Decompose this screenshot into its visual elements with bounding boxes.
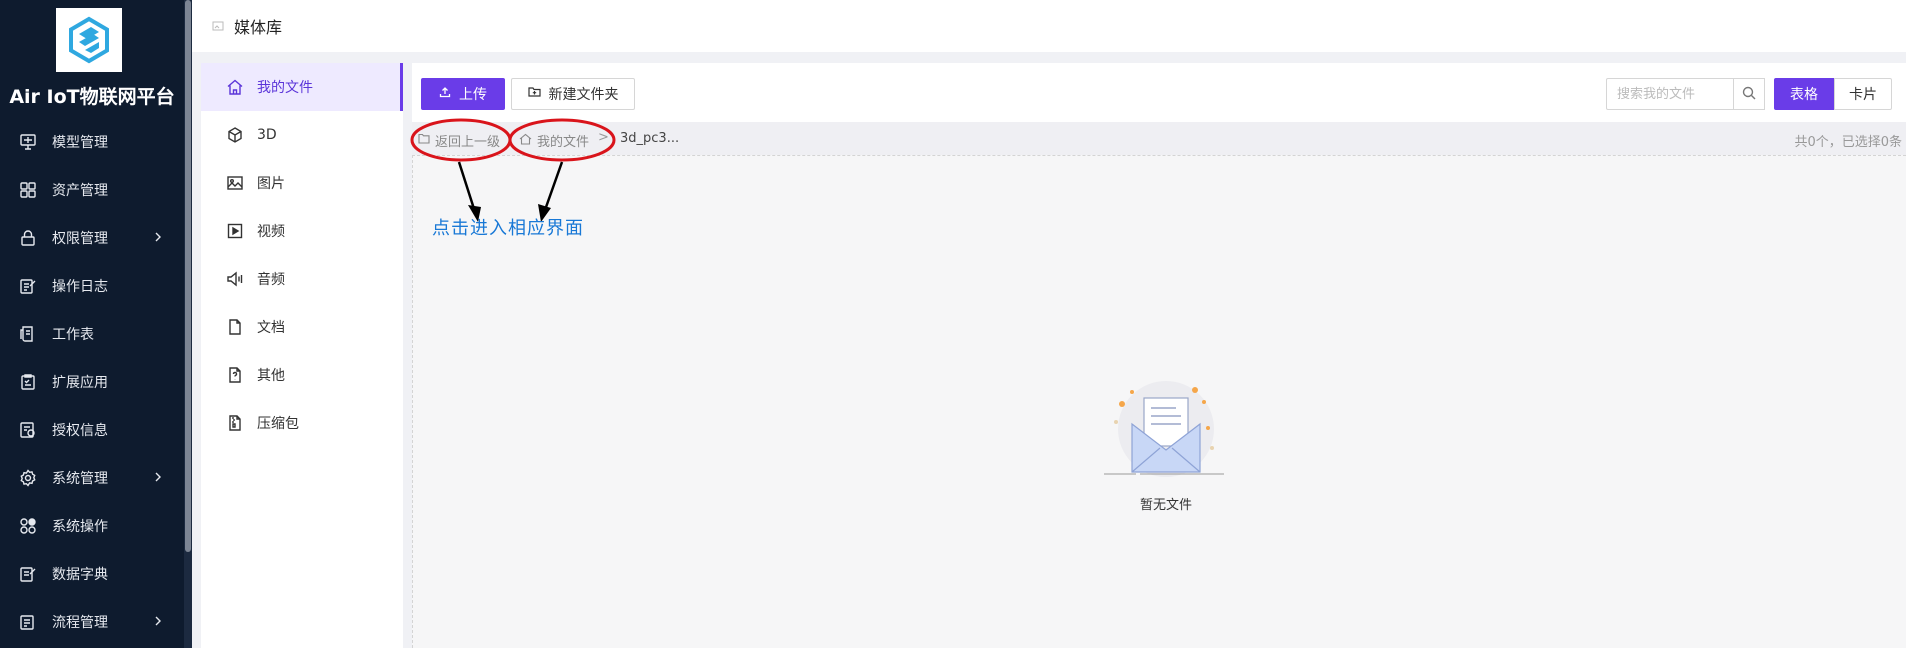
file-count: 共0个，已选择0条 [1794, 135, 1902, 150]
empty-state: 暂无文件 [1096, 374, 1236, 513]
upload-label: 上传 [459, 87, 487, 103]
chevron-right-icon [154, 471, 162, 487]
chevron-right-icon [154, 615, 162, 631]
sidebar-item-label: 工作表 [52, 327, 94, 343]
category-panel: 我的文件 3D 图片 视频 音频 文档 其他 压缩包 [201, 63, 403, 648]
empty-mailbox-icon [1096, 381, 1236, 490]
category-3d[interactable]: 3D [201, 111, 403, 159]
unknown-file-icon [225, 365, 245, 385]
file-list-area: 暂无文件 [412, 155, 1906, 648]
category-label: 其他 [257, 368, 285, 384]
upload-button[interactable]: 上传 [421, 78, 505, 110]
breadcrumb-home[interactable]: 我的文件 [519, 131, 589, 150]
view-table-button[interactable]: 表格 [1774, 78, 1834, 110]
sidebar: Air IoT物联网平台 模型管理 资产管理 权限管理 操作日志 工作表 扩展应… [0, 0, 192, 648]
flow-icon [18, 612, 38, 632]
upload-icon [439, 86, 451, 102]
category-others[interactable]: 其他 [201, 351, 403, 399]
category-video[interactable]: 视频 [201, 207, 403, 255]
dictionary-icon [18, 564, 38, 584]
video-icon [225, 221, 245, 241]
search-button[interactable] [1733, 78, 1765, 110]
sidebar-item-label: 流程管理 [52, 615, 108, 631]
sidebar-scrollbar-thumb[interactable] [185, 0, 191, 552]
search-icon [1742, 85, 1756, 104]
sidebar-item-label: 授权信息 [52, 423, 108, 439]
category-label: 音频 [257, 272, 285, 288]
category-audio[interactable]: 音频 [201, 255, 403, 303]
category-documents[interactable]: 文档 [201, 303, 403, 351]
audio-icon [225, 269, 245, 289]
category-archives[interactable]: 压缩包 [201, 399, 403, 447]
search-input[interactable] [1606, 78, 1734, 110]
new-folder-button[interactable]: 新建文件夹 [511, 78, 635, 110]
category-label: 图片 [257, 176, 285, 192]
sidebar-item-flow-management[interactable]: 流程管理 [0, 598, 184, 646]
sidebar-item-operation-log[interactable]: 操作日志 [0, 262, 184, 310]
media-icon [212, 17, 224, 36]
sidebar-item-label: 模型管理 [52, 135, 108, 151]
view-card-button[interactable]: 卡片 [1834, 78, 1892, 110]
sidebar-item-model[interactable]: 模型管理 [0, 118, 184, 166]
new-folder-label: 新建文件夹 [548, 87, 619, 103]
home-icon [519, 133, 532, 149]
sidebar-menu: 模型管理 资产管理 权限管理 操作日志 工作表 扩展应用 授权信息 系统管理 系… [0, 118, 184, 646]
sidebar-item-label: 资产管理 [52, 183, 108, 199]
back-button[interactable]: 返回上一级 [418, 131, 500, 150]
grid-icon [18, 180, 38, 200]
sidebar-item-extensions[interactable]: 扩展应用 [0, 358, 184, 406]
checklist-icon [18, 372, 38, 392]
model-icon [18, 132, 38, 152]
category-label: 压缩包 [257, 416, 299, 432]
chevron-right-icon [154, 231, 162, 247]
sidebar-item-system-management[interactable]: 系统管理 [0, 454, 184, 502]
sidebar-item-permissions[interactable]: 权限管理 [0, 214, 184, 262]
sidebar-item-label: 权限管理 [52, 231, 108, 247]
main-panel: 上传 新建文件夹 表格 卡片 返回上一级 我的文件 > 3d_pc3... 共0… [412, 63, 1906, 648]
sidebar-item-label: 系统管理 [52, 471, 108, 487]
sidebar-item-system-operations[interactable]: 系统操作 [0, 502, 184, 550]
sidebar-item-license[interactable]: 授权信息 [0, 406, 184, 454]
sidebar-item-label: 操作日志 [52, 279, 108, 295]
annotation-text: 点击进入相应界面 [432, 218, 584, 239]
breadcrumb-current: 3d_pc3... [620, 131, 680, 146]
home-icon [225, 77, 245, 97]
brand-name: Air IoT物联网平台 [9, 86, 175, 108]
category-label: 视频 [257, 224, 285, 240]
folder-icon [418, 133, 430, 148]
gear-icon [18, 468, 38, 488]
edit-icon [18, 276, 38, 296]
sidebar-item-label: 数据字典 [52, 567, 108, 583]
sidebar-scrollbar[interactable] [184, 0, 192, 648]
category-label: 3D [257, 127, 277, 143]
category-label: 我的文件 [257, 80, 313, 96]
back-label: 返回上一级 [435, 135, 501, 150]
lock-icon [18, 228, 38, 248]
document-icon [225, 317, 245, 337]
sidebar-item-worksheet[interactable]: 工作表 [0, 310, 184, 358]
breadcrumb-separator: > [598, 130, 609, 145]
logo-icon [69, 16, 109, 64]
page-header: 媒体库 [192, 0, 1906, 52]
page-title: 媒体库 [234, 18, 283, 37]
apps-icon [18, 516, 38, 536]
logo [56, 8, 122, 72]
category-images[interactable]: 图片 [201, 159, 403, 207]
sidebar-item-assets[interactable]: 资产管理 [0, 166, 184, 214]
folder-plus-icon [527, 86, 541, 102]
archive-icon [225, 413, 245, 433]
license-icon [18, 420, 38, 440]
sheet-icon [18, 324, 38, 344]
category-label: 文档 [257, 320, 285, 336]
sidebar-item-label: 扩展应用 [52, 375, 108, 391]
category-my-files[interactable]: 我的文件 [201, 63, 403, 111]
breadcrumb: 返回上一级 我的文件 > 3d_pc3... 共0个，已选择0条 [412, 122, 1906, 155]
sidebar-item-data-dictionary[interactable]: 数据字典 [0, 550, 184, 598]
breadcrumb-home-label: 我的文件 [537, 135, 590, 150]
empty-state-label: 暂无文件 [1139, 498, 1192, 513]
image-icon [225, 173, 245, 193]
sidebar-item-label: 系统操作 [52, 519, 108, 535]
cube-icon [225, 125, 245, 145]
